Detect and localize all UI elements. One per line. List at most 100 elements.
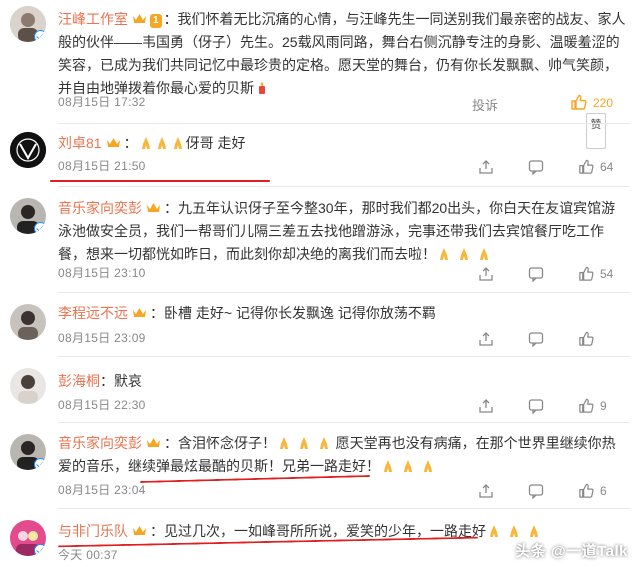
comment-body: 音乐家向奕彭 ：九五年认识伢子至今整30年，那时我们都20出头，你白天在友谊宾馆游… (58, 197, 626, 266)
comment-body: 音乐家向奕彭 ：含泪怀念伢子！ 愿天堂再也没有病痛，在那个世界里继续你热爱的音乐，… (58, 432, 626, 478)
comment-username[interactable]: 音乐家向奕彭 (58, 435, 142, 451)
divider (58, 186, 630, 187)
crown-icon (106, 138, 120, 147)
post-like-count: 220 (593, 95, 614, 110)
like-count: 6 (600, 484, 607, 498)
prayer-emoji (423, 460, 432, 472)
comment-time: 08月15日 23:09 (58, 331, 146, 345)
comment-actions: 64 (478, 158, 614, 176)
comment-body: 彭海桐：默哀 (58, 370, 626, 393)
divider (58, 508, 630, 509)
verified-icon (34, 30, 46, 42)
comment-username[interactable]: 李程远不远 (58, 305, 128, 321)
highlight-underline (50, 180, 270, 182)
prayer-emoji (509, 525, 518, 537)
share-icon (479, 267, 493, 281)
avatar-image (10, 132, 46, 168)
comment-text-part1: ：含泪怀念伢子！ (164, 435, 276, 451)
prayer-emoji (319, 437, 328, 449)
share-icon (479, 332, 493, 346)
watermark: 头条 @一道Talk (515, 543, 628, 560)
comment-actions: 54 (478, 265, 614, 283)
like-icon (579, 483, 594, 498)
reply-button[interactable] (528, 398, 544, 414)
like-count: 9 (600, 399, 607, 413)
comment-icon (528, 332, 544, 347)
comment-time: 08月15日 23:10 (58, 266, 146, 280)
comment-time: 今天 00:37 (58, 548, 118, 562)
comment-actions: 6 (478, 482, 614, 500)
share-button[interactable] (478, 483, 494, 499)
comment-icon (528, 267, 544, 282)
share-icon (479, 399, 493, 413)
comment-text: ：卧槽 走好~ 记得你长发飘逸 记得你放荡不羁 (150, 305, 436, 321)
divider (58, 292, 630, 293)
crown-icon (133, 14, 146, 23)
crown-icon (133, 526, 146, 535)
avatar[interactable] (10, 304, 46, 340)
like-button[interactable]: 6 (578, 483, 614, 499)
comment-time: 08月15日 22:30 (58, 398, 146, 412)
level-badge: 1 (150, 14, 162, 28)
post-username[interactable]: 汪峰工作室 (58, 11, 128, 27)
prayer-emoji (141, 137, 150, 149)
crown-icon (147, 438, 160, 447)
prayer-emoji (157, 137, 166, 149)
like-button[interactable]: 64 (578, 159, 614, 175)
comment-icon (528, 160, 544, 175)
like-icon (579, 331, 594, 346)
like-icon (579, 266, 594, 281)
divider (58, 422, 630, 423)
post-time: 08月15日 17:32 (58, 95, 146, 109)
comment-time: 08月15日 21:50 (58, 159, 146, 173)
like-button[interactable]: 9 (578, 398, 614, 414)
report-link[interactable]: 投诉 (472, 95, 498, 114)
share-icon (479, 484, 493, 498)
prayer-emoji (403, 460, 412, 472)
like-count: 64 (600, 160, 614, 174)
share-button[interactable] (478, 159, 494, 175)
like-button[interactable] (578, 331, 614, 347)
avatar[interactable] (10, 6, 46, 42)
avatar-image (10, 368, 46, 404)
comment-username[interactable]: 刘卓81 (58, 135, 102, 151)
comment-username[interactable]: 音乐家向奕彭 (58, 200, 142, 216)
comment-actions (478, 330, 614, 348)
like-icon (579, 159, 594, 174)
prayer-emoji (384, 460, 392, 472)
comment-text: 伢哥 走好 (185, 135, 246, 151)
prayer-emoji (490, 525, 498, 537)
reply-button[interactable] (528, 159, 544, 175)
comment-time: 08月15日 23:04 (58, 483, 146, 497)
like-button[interactable]: 220 (570, 94, 613, 111)
reply-button[interactable] (528, 331, 544, 347)
comment-actions: 9 (478, 397, 614, 415)
reply-button[interactable] (528, 266, 544, 282)
prayer-emoji (173, 137, 182, 149)
prayer-emoji (440, 248, 448, 260)
avatar[interactable] (10, 132, 46, 168)
avatar[interactable] (10, 198, 46, 234)
prayer-emoji (479, 248, 488, 260)
avatar[interactable] (10, 434, 46, 470)
avatar-image (10, 304, 46, 340)
comment-body: 刘卓81：伢哥 走好 (58, 135, 246, 151)
candle-emoji (259, 82, 265, 94)
share-button[interactable] (478, 398, 494, 414)
reply-button[interactable] (528, 483, 544, 499)
share-button[interactable] (478, 331, 494, 347)
crown-icon (133, 308, 146, 317)
like-icon (579, 398, 594, 413)
verified-icon (34, 222, 46, 234)
comment-username[interactable]: 与非门乐队 (58, 523, 128, 539)
comment-username[interactable]: 彭海桐 (58, 373, 100, 389)
share-button[interactable] (478, 266, 494, 282)
comment-icon (528, 484, 544, 499)
avatar[interactable] (10, 520, 46, 556)
comment-icon (528, 399, 544, 414)
verified-icon (34, 458, 46, 470)
divider (58, 123, 630, 124)
avatar[interactable] (10, 368, 46, 404)
like-button[interactable]: 54 (578, 266, 614, 282)
comment-text: ：默哀 (100, 373, 142, 389)
